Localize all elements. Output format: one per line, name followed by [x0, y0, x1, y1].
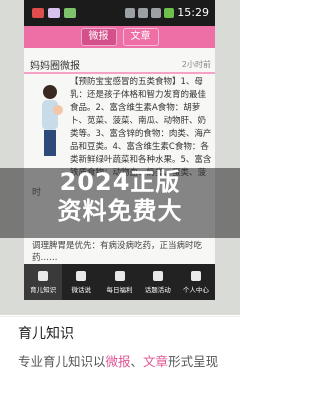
watermark-line-2: 资料免费大 — [57, 197, 183, 225]
status-icons-right: 15:29 — [125, 6, 209, 19]
caption-title: 育儿知识 — [18, 326, 74, 342]
status-time: 15:29 — [177, 6, 209, 19]
post-time: 2小时前 — [181, 60, 211, 69]
post-body: 【预防宝宝感冒的五类食物】1、母乳：还是孩子体格和智力发育的最佳食品。2、富含维… — [70, 77, 212, 176]
topics-icon — [152, 270, 163, 281]
nav-daily-welfare-label: 每日福利 — [106, 285, 133, 294]
nav-profile-label: 个人中心 — [182, 285, 209, 294]
mother-child-illustration — [42, 85, 63, 156]
caption-word-articles: 文章 — [143, 354, 169, 369]
nav-topics[interactable]: 话题活动 — [139, 264, 177, 300]
watermark-line-1: 2024正版 — [59, 168, 181, 196]
caption-separator: 、 — [130, 354, 144, 369]
android-icon — [64, 8, 76, 18]
status-icons-left — [32, 8, 76, 18]
nav-microtalk-label: 微话说 — [71, 285, 92, 294]
nav-topics-label: 话题活动 — [144, 285, 171, 294]
nav-profile[interactable]: 个人中心 — [177, 264, 215, 300]
status-bar: 15:29 — [24, 0, 215, 26]
phone-screen: 15:29 微报 文章 妈妈圈微报 2小时前 【预防宝宝感冒的五类食物】1、母乳… — [24, 0, 215, 300]
battery-icon — [164, 7, 175, 18]
app-icon — [48, 8, 60, 18]
gift-icon — [114, 270, 125, 281]
tab-articles[interactable]: 文章 — [122, 28, 159, 46]
wifi-icon — [138, 7, 149, 18]
post-lower-text: 调理脾胃是优先：有病没病吃药，正当病时吃药…… — [32, 241, 203, 263]
mute-icon — [125, 7, 136, 18]
nav-daily-welfare[interactable]: 每日福利 — [100, 264, 138, 300]
post-title: 妈妈圈微报 — [30, 61, 80, 72]
caption-suffix: 形式呈现 — [168, 354, 219, 369]
caption-prefix: 专业育儿知识以 — [18, 354, 106, 369]
nav-parenting-label: 育儿知识 — [30, 285, 57, 294]
divider — [24, 72, 215, 74]
nav-parenting[interactable]: 育儿知识 — [24, 264, 63, 300]
signal-icon — [151, 7, 162, 18]
notification-icon — [32, 8, 44, 18]
chat-icon — [76, 270, 87, 281]
profile-icon — [190, 270, 201, 281]
watermark-text: 2024正版 资料免费大 — [0, 168, 240, 226]
top-tab-bar: 微报 文章 — [24, 26, 215, 48]
nav-microtalk[interactable]: 微话说 — [62, 264, 100, 300]
post-header: 妈妈圈微报 2小时前 — [24, 55, 215, 72]
tab-weibao[interactable]: 微报 — [80, 28, 117, 46]
caption-divider — [0, 316, 240, 317]
bottom-nav: 育儿知识 微话说 每日福利 话题活动 个人中心 — [24, 264, 215, 300]
caption-text: 专业育儿知识以微报、文章形式呈现 — [18, 351, 238, 370]
parenting-icon — [38, 270, 49, 281]
caption-word-weibao: 微报 — [105, 354, 131, 369]
